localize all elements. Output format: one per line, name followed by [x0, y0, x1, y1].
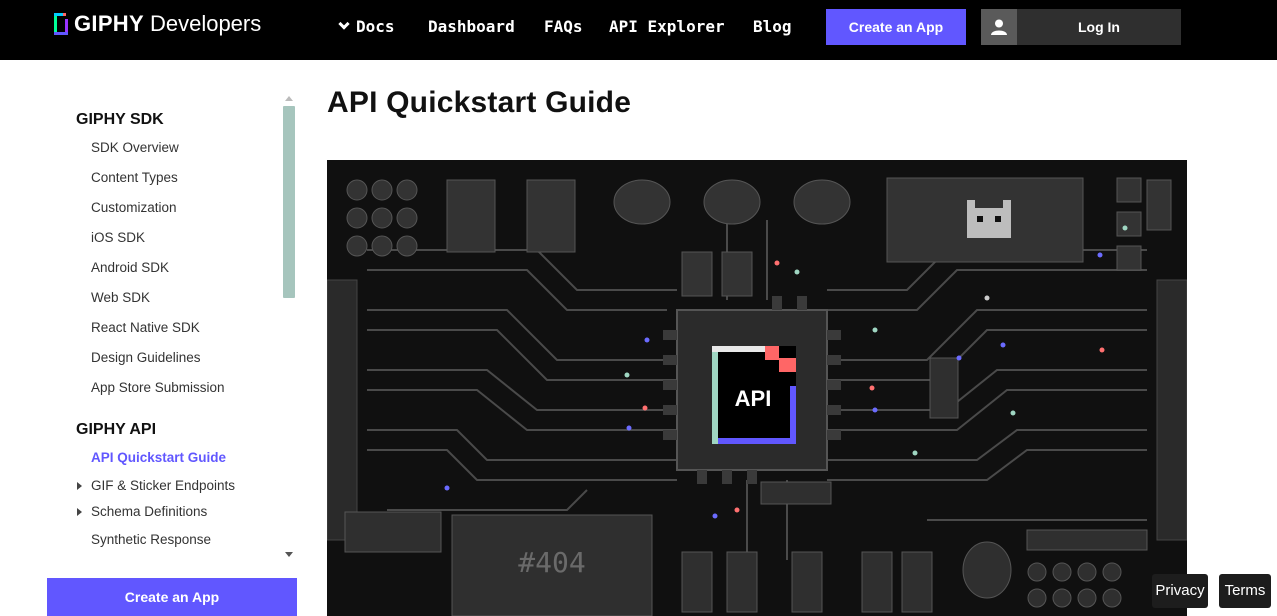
hero-api-label: API [735, 386, 772, 411]
hero-circuit-board-illustration: API #404 [327, 160, 1187, 616]
login-label: Log In [1078, 19, 1120, 35]
circuit-board-image: API #404 [327, 160, 1187, 616]
section-title-giphy-api: GIPHY API [76, 421, 157, 438]
page-title: API Quickstart Guide [327, 86, 632, 119]
docs-sidebar: GIPHY SDK SDK Overview Content Types Cus… [0, 60, 300, 616]
scroll-up-arrow-icon[interactable] [285, 96, 293, 101]
nav-faqs[interactable]: FAQs [544, 14, 583, 40]
sidebar-item-customization[interactable]: Customization [91, 200, 177, 215]
expand-triangle-icon[interactable] [77, 482, 82, 490]
nav-blog[interactable]: Blog [753, 14, 792, 40]
chevron-down-icon [338, 18, 350, 30]
logo-text: GIPHY [74, 11, 144, 36]
create-app-button[interactable]: Create an App [826, 9, 966, 45]
sidebar-item-web-sdk[interactable]: Web SDK [91, 290, 150, 305]
scrollbar-thumb[interactable] [283, 106, 295, 298]
sidebar-item-android-sdk[interactable]: Android SDK [91, 260, 169, 275]
sidebar-item-gif-sticker-endpoints[interactable]: GIF & Sticker Endpoints [91, 478, 235, 493]
sidebar-item-synthetic-response[interactable]: Synthetic Response [91, 532, 211, 547]
giphy-logo-icon [54, 13, 68, 35]
nav-api-explorer[interactable]: API Explorer [609, 14, 725, 40]
giphy-developers-logo[interactable]: GIPHY Developers [54, 10, 261, 38]
hero-screen-text: #404 [518, 546, 585, 579]
logo-subtitle: Developers [149, 11, 262, 36]
scroll-down-arrow-icon[interactable] [285, 552, 293, 557]
sidebar-item-design-guidelines[interactable]: Design Guidelines [91, 350, 201, 365]
user-icon [981, 9, 1017, 45]
sidebar-item-react-native-sdk[interactable]: React Native SDK [91, 320, 200, 335]
expand-triangle-icon[interactable] [77, 508, 82, 516]
login-button[interactable]: Log In [981, 9, 1181, 45]
sidebar-item-sdk-overview[interactable]: SDK Overview [91, 140, 179, 155]
top-navigation-bar: GIPHY Developers Docs Dashboard FAQs API… [0, 0, 1277, 60]
sidebar-item-content-types[interactable]: Content Types [91, 170, 178, 185]
nav-docs[interactable]: Docs [338, 14, 395, 40]
sidebar-item-schema-definitions[interactable]: Schema Definitions [91, 504, 207, 519]
sidebar-item-app-store-submission[interactable]: App Store Submission [91, 380, 225, 395]
sidebar-item-api-quickstart-guide[interactable]: API Quickstart Guide [91, 450, 226, 465]
nav-dashboard[interactable]: Dashboard [428, 14, 515, 40]
sidebar-item-ios-sdk[interactable]: iOS SDK [91, 230, 145, 245]
terms-link[interactable]: Terms [1219, 574, 1271, 608]
section-title-giphy-sdk: GIPHY SDK [76, 111, 164, 128]
nav-docs-label: Docs [356, 17, 395, 36]
privacy-link[interactable]: Privacy [1152, 574, 1208, 608]
sidebar-scrollbar[interactable] [282, 94, 296, 564]
sidebar-create-app-button[interactable]: Create an App [47, 578, 297, 616]
